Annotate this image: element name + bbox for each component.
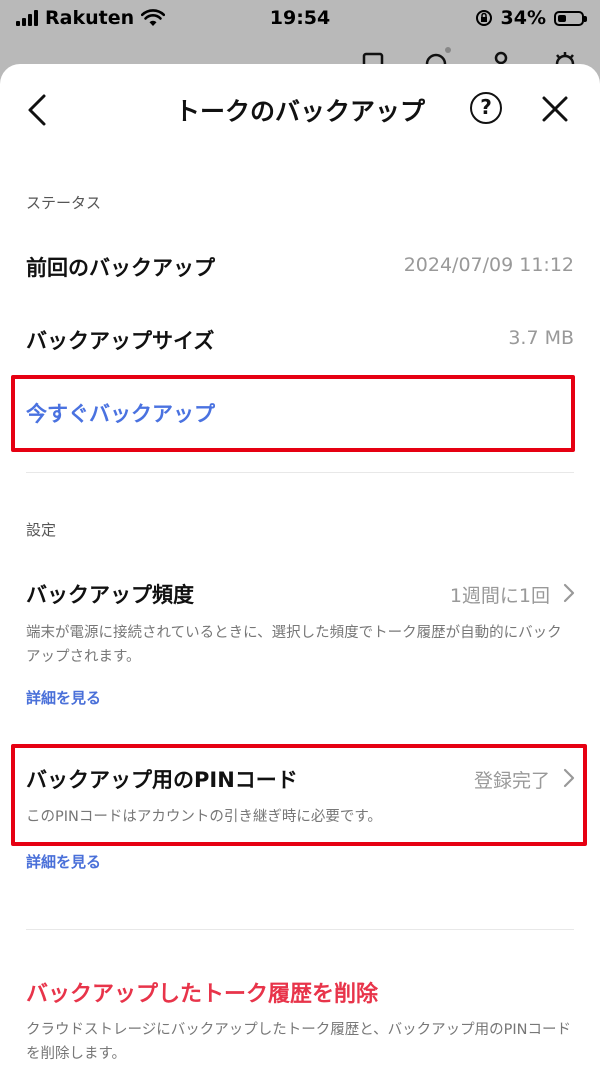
settings-section-label: 設定	[26, 521, 57, 539]
backup-size-label: バックアップサイズ	[26, 329, 215, 353]
status-right: 34%	[475, 7, 587, 29]
last-backup-label: 前回のバックアップ	[26, 256, 215, 280]
rotation-lock-icon	[475, 10, 492, 26]
frequency-label: バックアップ頻度	[26, 583, 194, 607]
status-section-label: ステータス	[26, 194, 102, 212]
frequency-description: 端末が電源に接続されているときに、選択した頻度でトーク履歴が自動的にバックアップ…	[26, 625, 562, 665]
frequency-details-link[interactable]: 詳細を見る	[26, 687, 101, 708]
delete-backup-description: クラウドストレージにバックアップしたトーク履歴と、バックアップ用のPINコードを…	[26, 1022, 571, 1062]
pin-code-details-link[interactable]: 詳細を見る	[26, 851, 101, 872]
last-backup-value: 2024/07/09 11:12	[403, 254, 574, 276]
page-title: トークのバックアップ	[174, 97, 425, 126]
highlight-box-pin-code	[11, 744, 587, 846]
frequency-value: 1週間に1回	[449, 585, 550, 607]
help-icon[interactable]: ?	[470, 92, 502, 124]
divider	[26, 472, 574, 473]
battery-percent: 34%	[500, 7, 546, 29]
close-icon[interactable]	[540, 94, 570, 124]
battery-icon	[554, 10, 587, 26]
highlight-box-backup-now	[11, 375, 575, 452]
backup-sheet: トークのバックアップ ? ステータス 前回のバックアップ 2024/07/09 …	[0, 64, 600, 1067]
divider	[26, 929, 574, 930]
delete-backup-button[interactable]: バックアップしたトーク履歴を削除	[26, 976, 378, 1008]
sheet-header: トークのバックアップ ?	[0, 64, 600, 156]
backup-size-value: 3.7 MB	[508, 327, 574, 349]
chevron-right-icon	[563, 583, 575, 603]
status-bar: Rakuten 19:54 34%	[0, 0, 600, 36]
